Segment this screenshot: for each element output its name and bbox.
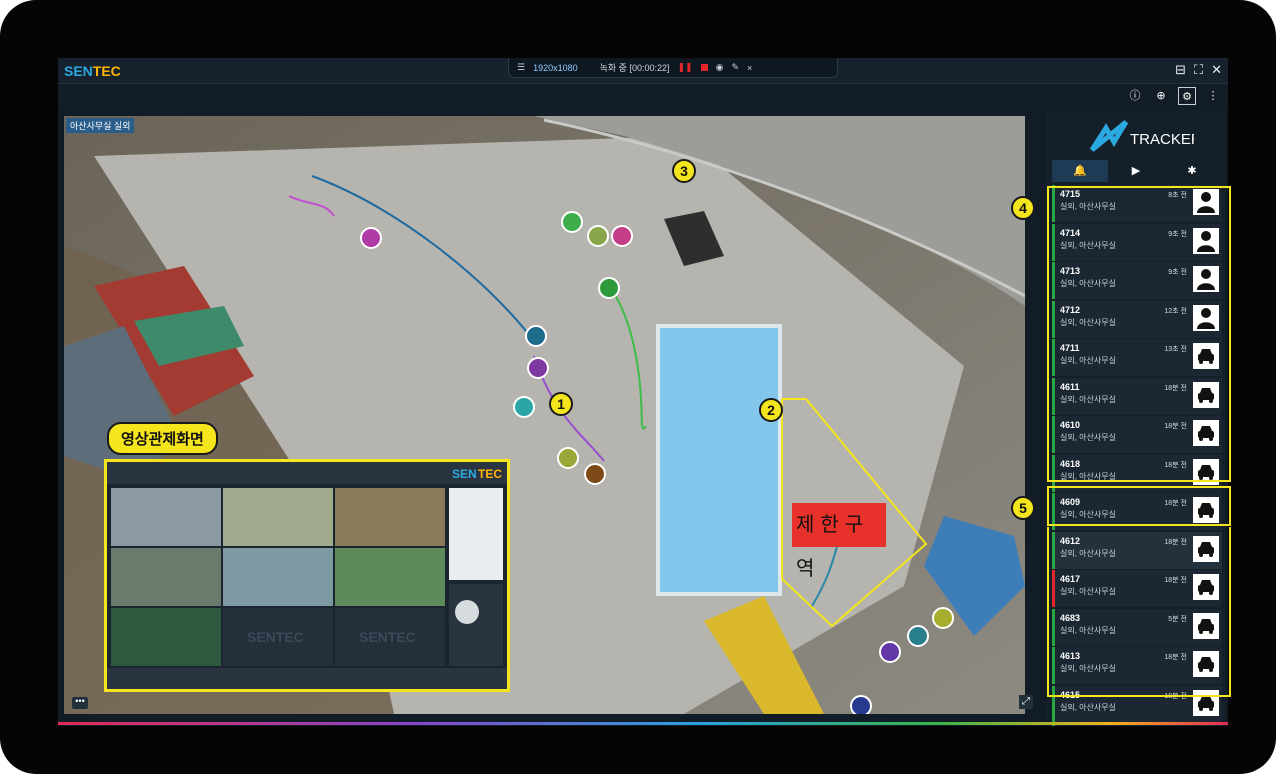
svg-text:SENTEC: SENTEC	[247, 629, 304, 645]
car-marker[interactable]	[850, 695, 872, 714]
callout-5: 5	[1011, 496, 1035, 520]
more-options-icon[interactable]: •••	[72, 697, 88, 709]
video-icon: ▶	[1131, 165, 1141, 177]
car-marker[interactable]	[525, 325, 547, 347]
color-strip	[58, 722, 1228, 725]
secondary-toolbar: ⓘ ⊕ ⚙ ⋮	[58, 84, 1228, 108]
svg-text:SEN: SEN	[452, 467, 477, 481]
tab-settings[interactable]: ✱	[1164, 160, 1220, 182]
resolution-text[interactable]: 1920x1080	[533, 63, 578, 73]
car-marker[interactable]	[611, 225, 633, 247]
callout-4: 4	[1011, 196, 1035, 220]
info-icon[interactable]: ⓘ	[1126, 87, 1144, 105]
person-marker[interactable]	[360, 227, 382, 249]
car-marker[interactable]	[513, 396, 535, 418]
callout-1: 1	[549, 392, 573, 416]
car-marker[interactable]	[907, 625, 929, 647]
video-control-label: 영상관제화면	[107, 422, 218, 455]
callout-2: 2	[759, 398, 783, 422]
event-list-highlight	[1047, 186, 1231, 482]
expand-icon[interactable]: ⤢	[1019, 695, 1033, 709]
bell-icon: 🔔	[1073, 165, 1087, 177]
location-label: 아산사무실 실외	[66, 118, 135, 133]
fullscreen-icon[interactable]: ⛶	[1194, 62, 1203, 78]
car-marker[interactable]	[557, 447, 579, 469]
tracker-logo: TRACKER	[1089, 120, 1194, 152]
car-marker[interactable]	[932, 607, 954, 629]
bike-marker[interactable]	[584, 463, 606, 485]
close-record-icon[interactable]: ×	[747, 63, 752, 73]
restricted-zone-label: 제한구역	[792, 503, 886, 580]
tab-alerts[interactable]: 🔔	[1052, 160, 1108, 182]
tracker-tabs: 🔔 ▶ ✱	[1052, 160, 1220, 182]
selected-event-highlight	[1047, 486, 1231, 526]
car-marker[interactable]	[561, 211, 583, 233]
svg-text:SENTEC: SENTEC	[359, 629, 416, 645]
svg-text:TRACKER: TRACKER	[1130, 131, 1194, 148]
vms-screen-inset: SEN TEC SENTEC SENTEC	[104, 459, 510, 692]
close-icon[interactable]: ✕	[1211, 62, 1222, 78]
tool-icons: ⓘ ⊕ ⚙ ⋮	[1126, 87, 1222, 105]
tab-video[interactable]: ▶	[1108, 160, 1164, 182]
person-marker[interactable]	[527, 357, 549, 379]
zoom-icon[interactable]: ⊕	[1152, 87, 1170, 105]
event-list-highlight-bottom	[1047, 527, 1231, 697]
title-bar: SENTEC ☰ 1920x1080 녹화 중 [00:00:22] ❚❚ ◉ …	[58, 58, 1228, 84]
svg-text:TEC: TEC	[478, 467, 502, 481]
recording-bar: ☰ 1920x1080 녹화 중 [00:00:22] ❚❚ ◉ ✎ ×	[508, 58, 838, 78]
event-location: 실외, 아산사무실	[1060, 702, 1116, 712]
app-logo: SENTEC	[64, 63, 121, 79]
callout-3: 3	[672, 159, 696, 183]
gear-icon: ✱	[1187, 165, 1197, 177]
camera-icon[interactable]: ◉	[716, 62, 724, 73]
car-marker[interactable]	[587, 225, 609, 247]
recording-status: 녹화 중 [00:00:22]	[599, 63, 670, 73]
window-controls: ⊟ ⛶ ✕	[1175, 62, 1222, 78]
vms-preview: SEN TEC SENTEC SENTEC	[107, 462, 507, 689]
pen-icon[interactable]: ✎	[731, 62, 739, 73]
settings-icon[interactable]: ⚙	[1178, 87, 1196, 105]
person-marker[interactable]	[598, 277, 620, 299]
car-marker[interactable]	[879, 641, 901, 663]
stop-icon[interactable]	[700, 64, 708, 71]
minimize-icon[interactable]: ⊟	[1175, 62, 1186, 78]
more-icon[interactable]: ⋮	[1204, 87, 1222, 105]
pause-icon[interactable]: ❚❚	[678, 62, 693, 73]
menu-icon[interactable]: ☰	[517, 62, 525, 73]
